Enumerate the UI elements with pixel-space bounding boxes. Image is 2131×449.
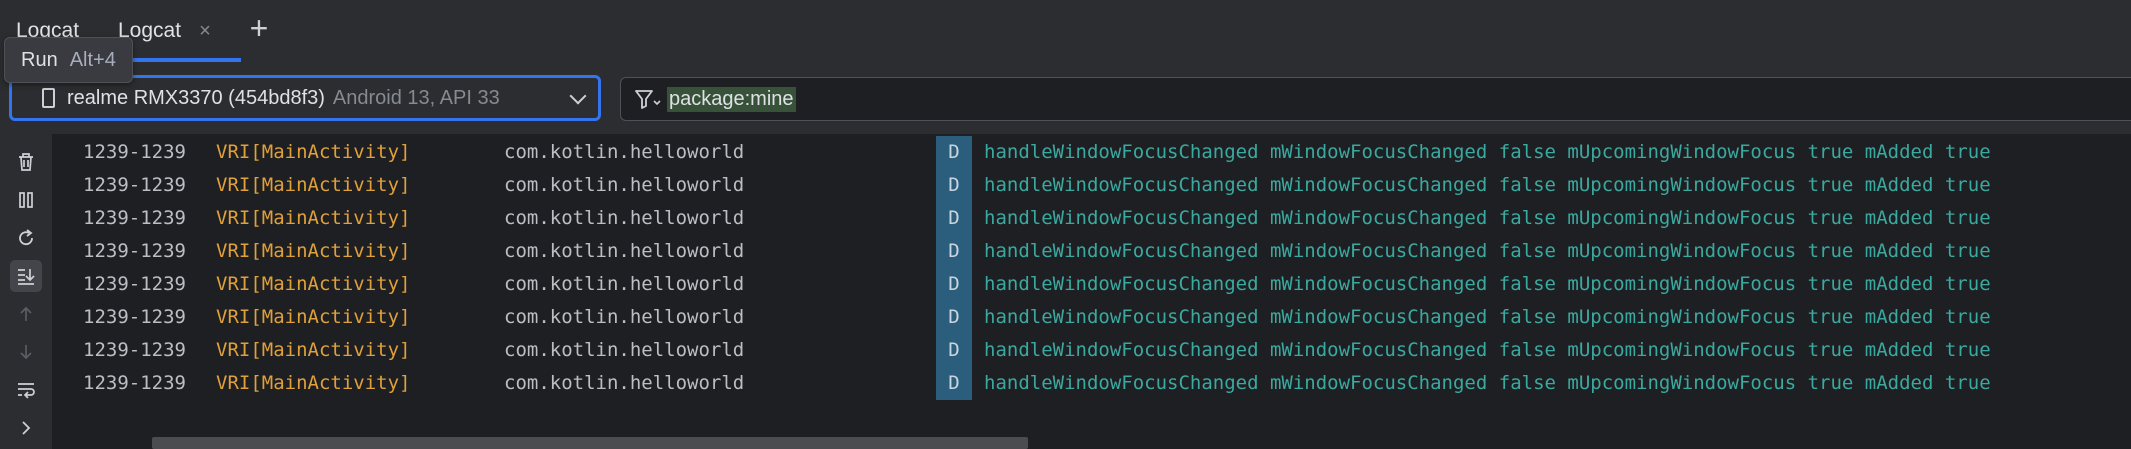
log-tag: VRI[MainActivity] — [216, 174, 411, 196]
expand-icon[interactable] — [10, 412, 42, 444]
log-row: 1239-1239 VRI[MainActivity] com.kotlin.h… — [52, 202, 2131, 235]
log-package: com.kotlin.helloworld — [504, 273, 745, 295]
logcat-panel: Logcat Logcat × + Run Alt+4 realme RMX33… — [0, 0, 2131, 449]
log-level-badge: D — [936, 202, 972, 235]
log-pid: 1239-1239 — [83, 273, 186, 295]
tab-logcat-2[interactable]: Logcat × — [108, 0, 241, 62]
log-row: 1239-1239 VRI[MainActivity] com.kotlin.h… — [52, 301, 2131, 334]
log-tag: VRI[MainActivity] — [216, 207, 411, 229]
log-package: com.kotlin.helloworld — [504, 240, 745, 262]
log-row: 1239-1239 VRI[MainActivity] com.kotlin.h… — [52, 334, 2131, 367]
log-package: com.kotlin.helloworld — [504, 207, 745, 229]
log-tag: VRI[MainActivity] — [216, 372, 411, 394]
side-toolbar — [0, 134, 52, 449]
tab-bar: Logcat Logcat × + — [0, 0, 2131, 63]
soft-wrap-icon[interactable] — [10, 374, 42, 406]
filter-input[interactable]: package:mine — [620, 77, 2131, 121]
chevron-down-icon — [569, 87, 587, 105]
log-pid: 1239-1239 — [83, 306, 186, 328]
log-tag: VRI[MainActivity] — [216, 339, 411, 361]
log-package: com.kotlin.helloworld — [504, 141, 745, 163]
log-view[interactable]: 1239-1239 VRI[MainActivity] com.kotlin.h… — [52, 134, 2131, 449]
log-message: handleWindowFocusChanged mWindowFocusCha… — [984, 306, 1991, 328]
log-level-badge: D — [936, 367, 972, 400]
log-message: handleWindowFocusChanged mWindowFocusCha… — [984, 273, 1991, 295]
log-row: 1239-1239 VRI[MainActivity] com.kotlin.h… — [52, 367, 2131, 400]
down-arrow-icon[interactable] — [10, 336, 42, 368]
pause-icon[interactable] — [10, 184, 42, 216]
log-level-badge: D — [936, 235, 972, 268]
log-pid: 1239-1239 — [83, 141, 186, 163]
up-arrow-icon[interactable] — [10, 298, 42, 330]
log-package: com.kotlin.helloworld — [504, 174, 745, 196]
device-api: Android 13, API 33 — [332, 86, 500, 109]
log-level-badge: D — [936, 301, 972, 334]
log-row: 1239-1239 VRI[MainActivity] com.kotlin.h… — [52, 169, 2131, 202]
log-pid: 1239-1239 — [83, 240, 186, 262]
horizontal-scrollbar[interactable] — [152, 437, 1028, 449]
phone-icon — [42, 88, 55, 108]
log-package: com.kotlin.helloworld — [504, 372, 745, 394]
log-tag: VRI[MainActivity] — [216, 141, 411, 163]
log-level-badge: D — [936, 136, 972, 169]
log-pid: 1239-1239 — [83, 372, 186, 394]
run-tooltip: Run Alt+4 — [4, 37, 133, 83]
log-tag: VRI[MainActivity] — [216, 306, 411, 328]
log-tag: VRI[MainActivity] — [216, 240, 411, 262]
log-row: 1239-1239 VRI[MainActivity] com.kotlin.h… — [52, 136, 2131, 169]
close-icon[interactable]: × — [199, 20, 211, 43]
log-level-badge: D — [936, 334, 972, 367]
tooltip-shortcut: Alt+4 — [69, 48, 116, 71]
log-tag: VRI[MainActivity] — [216, 273, 411, 295]
logcat-toolbar: realme RMX3370 (454bd8f3) Android 13, AP… — [0, 62, 2131, 134]
log-level-badge: D — [936, 268, 972, 301]
add-tab-button[interactable]: + — [244, 12, 274, 44]
log-pid: 1239-1239 — [83, 339, 186, 361]
log-row: 1239-1239 VRI[MainActivity] com.kotlin.h… — [52, 235, 2131, 268]
tooltip-label: Run — [21, 48, 58, 71]
log-message: handleWindowFocusChanged mWindowFocusCha… — [984, 240, 1991, 262]
log-message: handleWindowFocusChanged mWindowFocusCha… — [984, 372, 1991, 394]
log-row: 1239-1239 VRI[MainActivity] com.kotlin.h… — [52, 268, 2131, 301]
log-message: handleWindowFocusChanged mWindowFocusCha… — [984, 141, 1991, 163]
trash-icon[interactable] — [10, 146, 42, 178]
device-name: realme RMX3370 (454bd8f3) — [67, 86, 325, 109]
log-pid: 1239-1239 — [83, 174, 186, 196]
log-package: com.kotlin.helloworld — [504, 306, 745, 328]
scroll-to-end-icon[interactable] — [10, 260, 42, 292]
restart-icon[interactable] — [10, 222, 42, 254]
log-message: handleWindowFocusChanged mWindowFocusCha… — [984, 174, 1991, 196]
log-message: handleWindowFocusChanged mWindowFocusCha… — [984, 339, 1991, 361]
filter-icon[interactable] — [633, 87, 661, 111]
log-package: com.kotlin.helloworld — [504, 339, 745, 361]
log-level-badge: D — [936, 169, 972, 202]
log-pid: 1239-1239 — [83, 207, 186, 229]
filter-query: package:mine — [667, 86, 796, 112]
log-message: handleWindowFocusChanged mWindowFocusCha… — [984, 207, 1991, 229]
